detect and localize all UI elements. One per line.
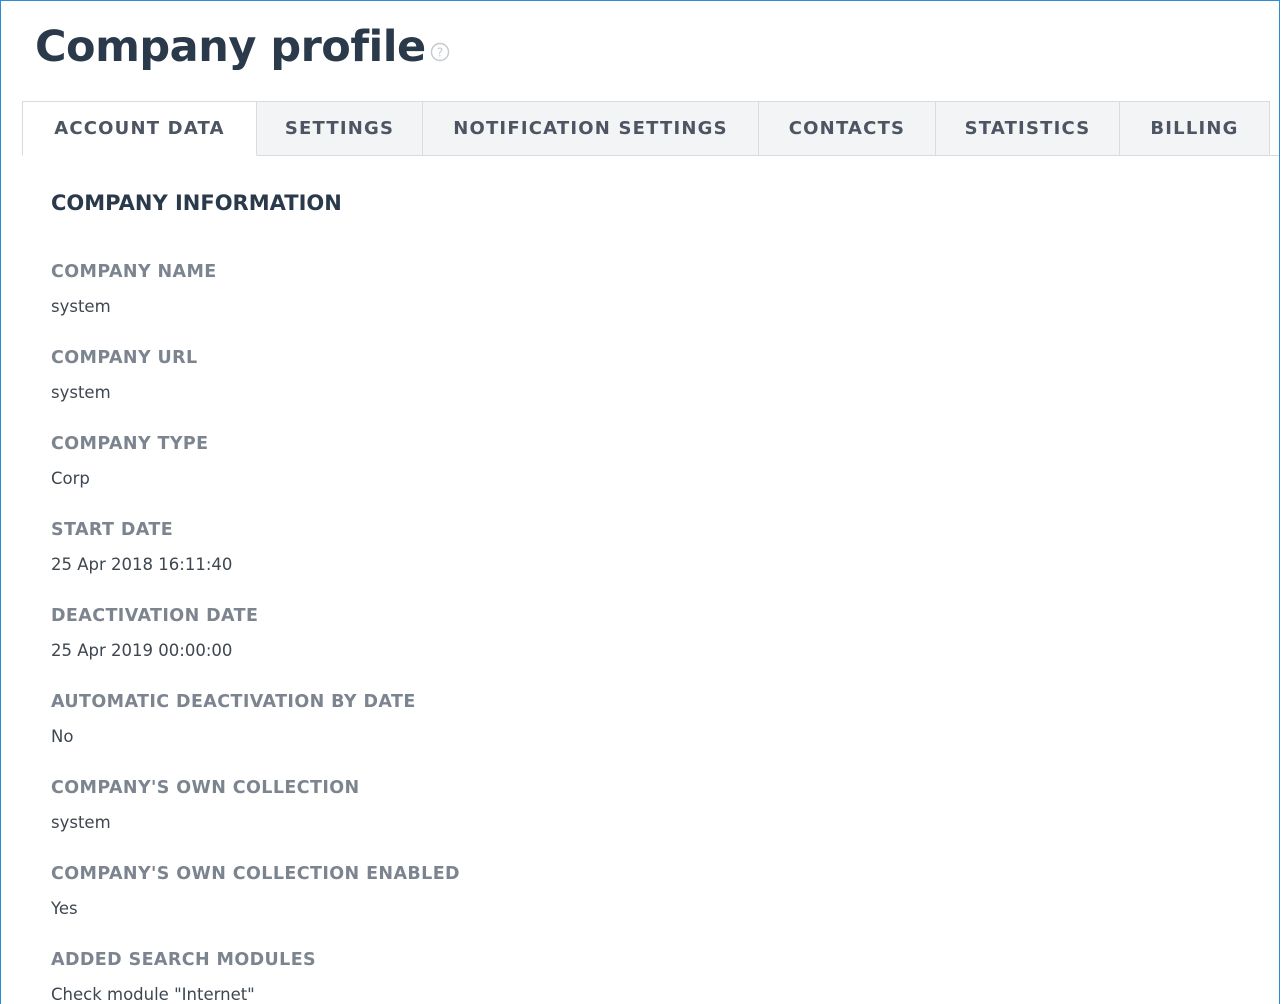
field-label: COMPANY NAME [51, 262, 217, 282]
tab-label: ACCOUNT DATA [54, 118, 225, 139]
field-value: system [51, 383, 111, 402]
field-label: ADDED SEARCH MODULES [51, 950, 317, 970]
field-deactivation-date: DEACTIVATION DATE 25 Apr 2019 00:00:00 [51, 599, 1259, 685]
tab-bar: ACCOUNT DATA SETTINGS NOTIFICATION SETTI… [22, 101, 1279, 156]
field-own-collection-enabled: COMPANY'S OWN COLLECTION ENABLED Yes [51, 857, 1259, 943]
field-label: COMPANY'S OWN COLLECTION ENABLED [51, 864, 460, 884]
field-label: COMPANY TYPE [51, 434, 209, 454]
page-title: Company profile [35, 22, 426, 72]
field-value: 25 Apr 2018 16:11:40 [51, 555, 233, 574]
field-label: COMPANY URL [51, 348, 198, 368]
question-circle-icon[interactable]: ? [430, 42, 450, 62]
tab-label: STATISTICS [964, 118, 1091, 139]
field-start-date: START DATE 25 Apr 2018 16:11:40 [51, 513, 1259, 599]
field-company-name: COMPANY NAME system [51, 255, 1259, 341]
page-frame: Company profile ? ACCOUNT DATA SETTINGS … [0, 0, 1280, 1004]
tab-notification-settings[interactable]: NOTIFICATION SETTINGS [423, 101, 759, 155]
field-value: system [51, 297, 111, 316]
field-value: Corp [51, 469, 90, 488]
field-label: START DATE [51, 520, 174, 540]
field-label: AUTOMATIC DEACTIVATION BY DATE [51, 692, 416, 712]
tab-settings[interactable]: SETTINGS [257, 101, 423, 155]
svg-text:?: ? [437, 46, 443, 60]
field-label: DEACTIVATION DATE [51, 606, 259, 626]
field-company-url: COMPANY URL system [51, 341, 1259, 427]
field-value: 25 Apr 2019 00:00:00 [51, 641, 233, 660]
field-value: Yes [51, 899, 78, 918]
field-value: Check module "Internet" [51, 985, 255, 1004]
account-data-panel: COMPANY INFORMATION COMPANY NAME system … [51, 184, 1259, 1004]
tab-statistics[interactable]: STATISTICS [936, 101, 1120, 155]
tab-label: BILLING [1150, 118, 1239, 139]
tab-label: CONTACTS [788, 118, 906, 139]
field-added-search-modules: ADDED SEARCH MODULES Check module "Inter… [51, 943, 1259, 1004]
field-value: No [51, 727, 74, 746]
field-value: system [51, 813, 111, 832]
tab-label: SETTINGS [284, 118, 395, 139]
field-company-type: COMPANY TYPE Corp [51, 427, 1259, 513]
section-title: COMPANY INFORMATION [51, 191, 342, 215]
tab-account-data[interactable]: ACCOUNT DATA [22, 101, 257, 156]
tab-contacts[interactable]: CONTACTS [759, 101, 936, 155]
tab-billing[interactable]: BILLING [1120, 101, 1270, 155]
tab-label: NOTIFICATION SETTINGS [453, 118, 728, 139]
field-label: COMPANY'S OWN COLLECTION [51, 778, 360, 798]
page-header: Company profile ? [35, 15, 450, 79]
field-own-collection: COMPANY'S OWN COLLECTION system [51, 771, 1259, 857]
field-automatic-deactivation: AUTOMATIC DEACTIVATION BY DATE No [51, 685, 1259, 771]
